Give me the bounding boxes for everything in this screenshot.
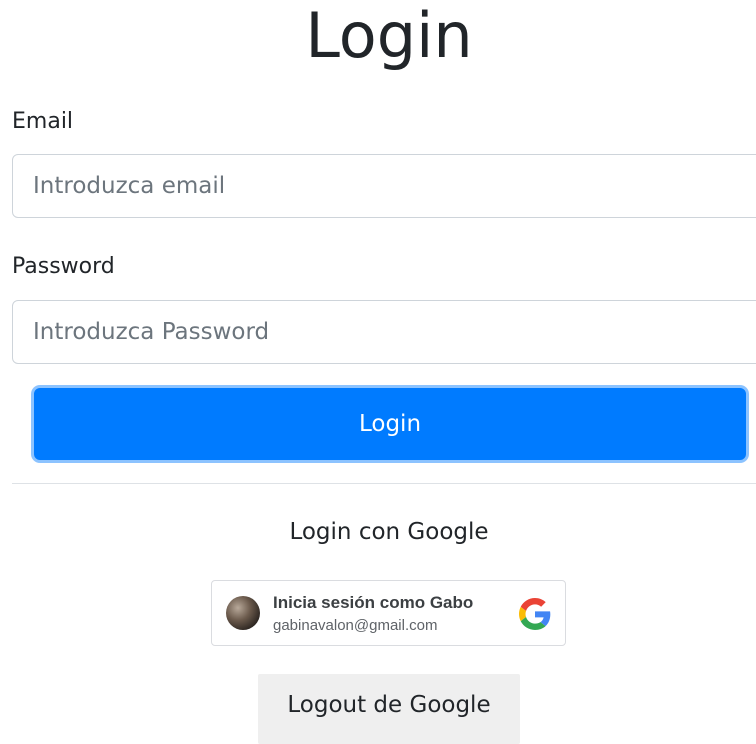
password-field[interactable] [12,300,756,364]
google-signin-button[interactable]: Inicia sesión como Gabo gabinavalon@gmai… [211,580,566,646]
google-g-icon [519,598,551,630]
google-signin-email: gabinavalon@gmail.com [273,617,438,634]
divider [12,483,756,484]
google-signin-name: Inicia sesión como Gabo [273,593,474,612]
page-title: Login [305,0,473,72]
email-label: Email [12,109,74,134]
user-avatar [226,596,260,630]
login-button[interactable]: Login [34,388,746,460]
password-label: Password [12,254,115,279]
google-logout-button[interactable]: Logout de Google [258,674,520,744]
google-login-heading: Login con Google [289,519,489,545]
email-field[interactable] [12,154,756,218]
